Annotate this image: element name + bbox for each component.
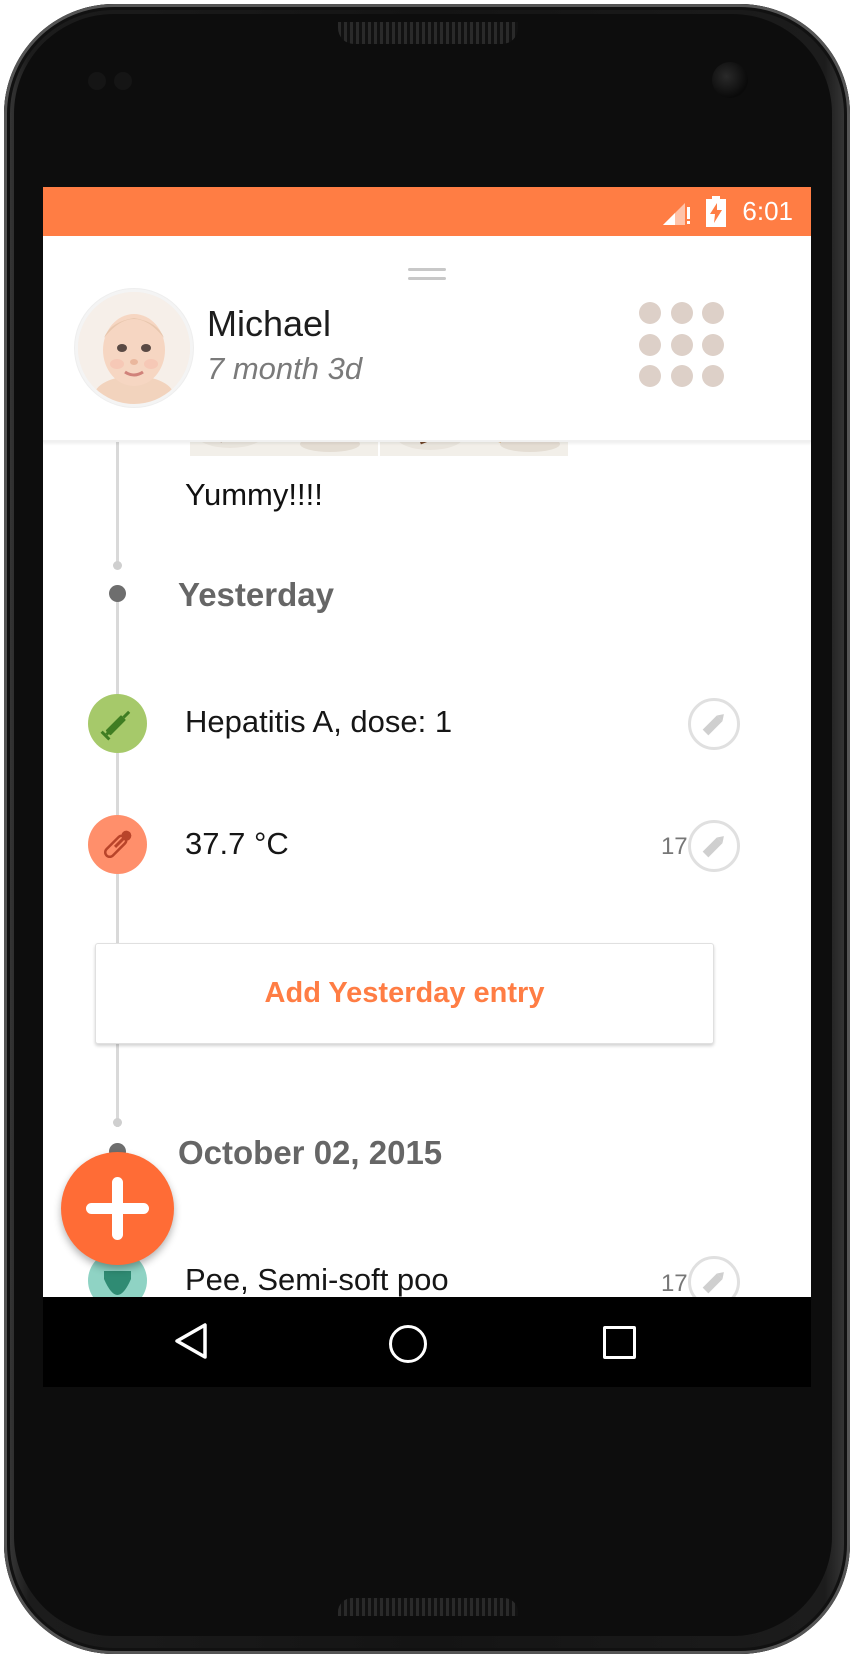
timeline-dot: [113, 561, 122, 570]
baby-avatar[interactable]: [75, 289, 193, 407]
add-entry-fab[interactable]: [61, 1152, 174, 1265]
child-header: Michael 7 month 3d: [43, 236, 811, 442]
syringe-icon: [88, 694, 147, 753]
thermometer-icon: [88, 815, 147, 874]
navigation-bar: [43, 1297, 811, 1387]
home-icon[interactable]: [389, 1325, 427, 1363]
earpiece-speaker: [338, 22, 518, 44]
entry-text[interactable]: 37.7 °C: [185, 825, 289, 863]
pencil-icon: [702, 714, 724, 736]
front-camera: [712, 62, 748, 98]
child-age: 7 month 3d: [207, 351, 363, 386]
battery-charging-icon: [706, 196, 726, 227]
light-sensor: [114, 72, 132, 90]
phone-frame: 6:01 Michael 7 month 3d Yummy!!!! Yester…: [0, 0, 856, 1659]
child-name: Michael: [207, 303, 332, 344]
status-time: 6:01: [742, 196, 793, 226]
app-screen: 6:01 Michael 7 month 3d Yummy!!!! Yester…: [43, 187, 811, 1467]
entry-text[interactable]: Pee, Semi-soft poo: [185, 1261, 449, 1299]
day-title-october: October 02, 2015: [178, 1134, 443, 1171]
timeline-line: [116, 1042, 119, 1122]
edit-entry-button[interactable]: [688, 698, 740, 750]
grid-menu-icon[interactable]: [639, 302, 731, 394]
signal-icon: [663, 203, 690, 225]
screen-bottom-bezel: [43, 1387, 811, 1467]
back-icon[interactable]: [173, 1321, 209, 1361]
proximity-sensor: [88, 72, 106, 90]
timeline-dot: [113, 1118, 122, 1127]
add-entry-label: Add Yesterday entry: [264, 977, 545, 1009]
entry-text[interactable]: Hepatitis A, dose: 1: [185, 703, 452, 741]
drag-handle[interactable]: [408, 268, 446, 282]
pencil-icon: [702, 836, 724, 858]
add-yesterday-entry-button[interactable]: Add Yesterday entry: [95, 943, 714, 1044]
edit-entry-button[interactable]: [688, 820, 740, 872]
day-title-yesterday: Yesterday: [178, 576, 334, 613]
day-marker: [109, 585, 126, 602]
status-bar: 6:01: [43, 187, 811, 236]
note-text: Yummy!!!!: [185, 477, 323, 512]
recents-icon[interactable]: [603, 1326, 636, 1359]
baby-face-image: [78, 292, 190, 404]
plus-icon: [86, 1177, 149, 1240]
bottom-speaker: [338, 1598, 518, 1616]
